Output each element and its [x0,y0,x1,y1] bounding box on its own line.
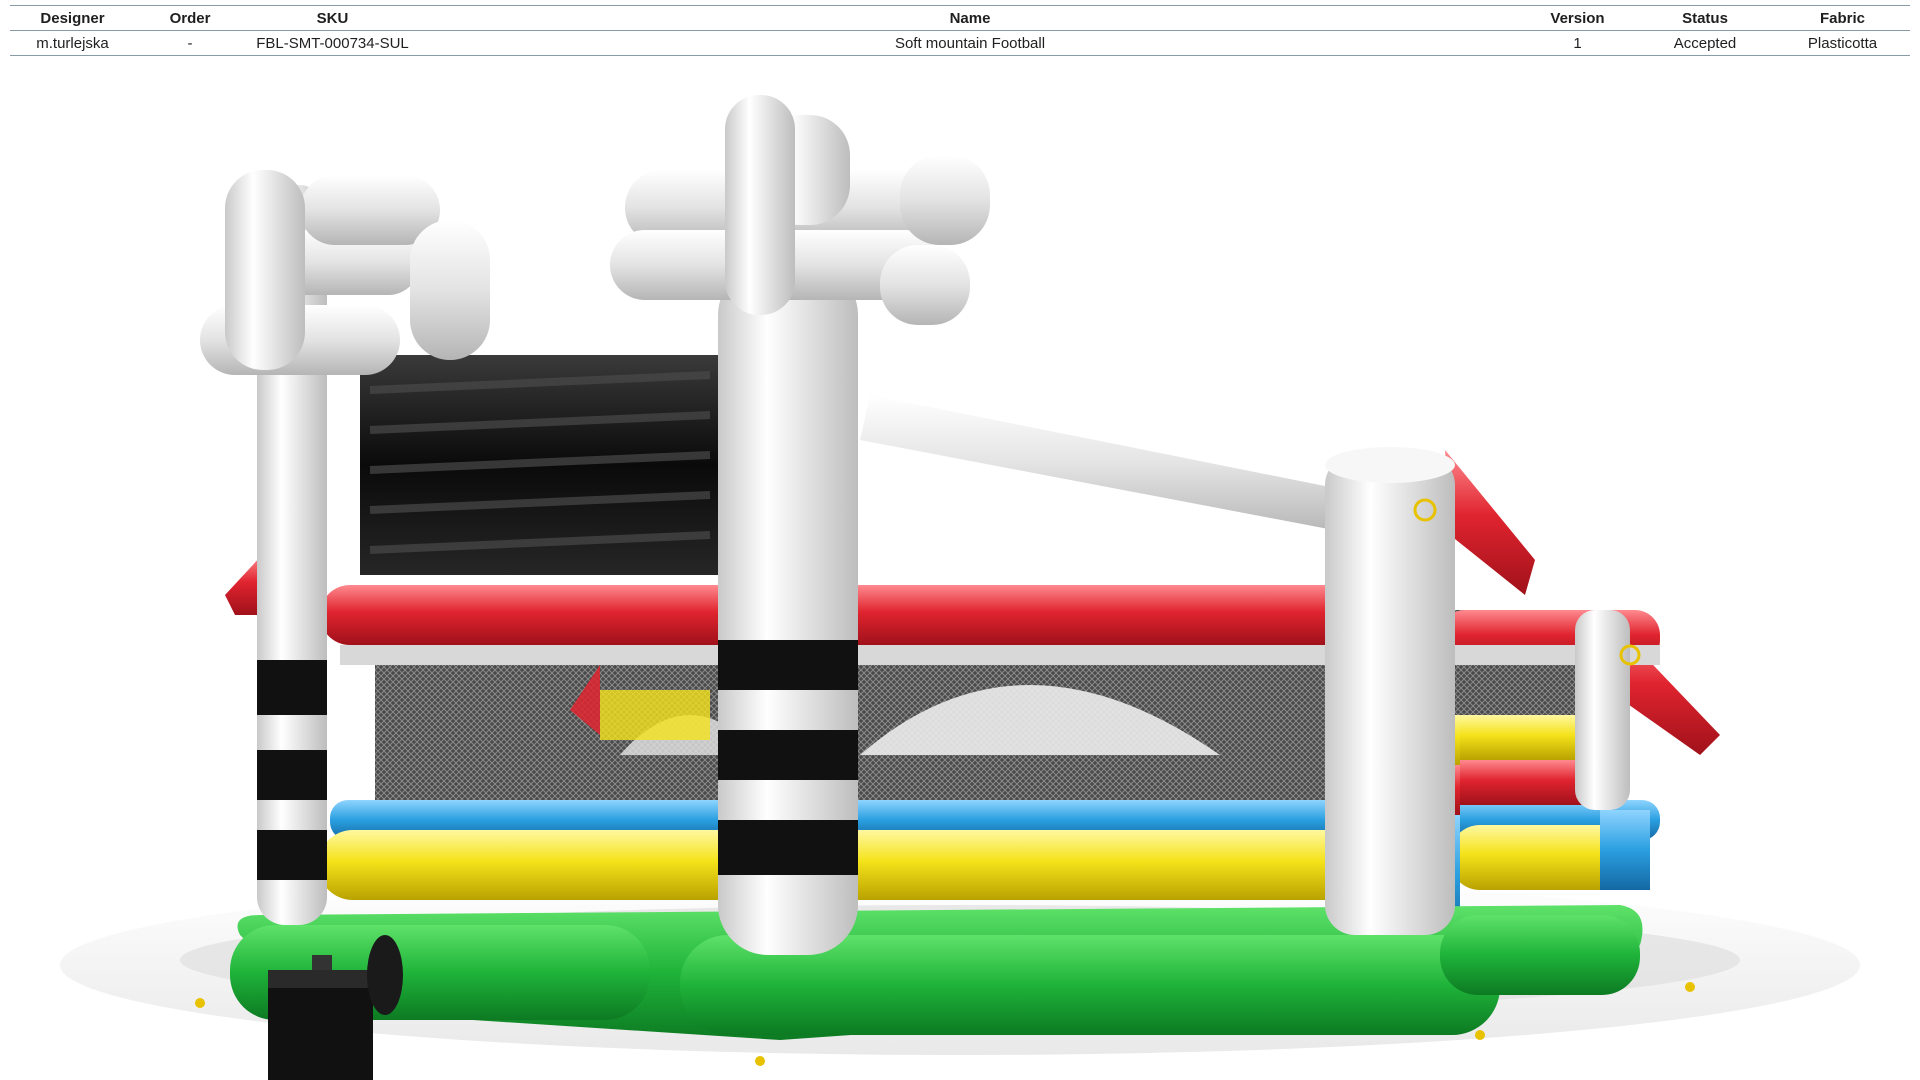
product-render [0,55,1920,1080]
cell-sku: FBL-SMT-000734-SUL [245,30,420,56]
spec-table: Designer Order SKU Name Version Status F… [10,5,1910,56]
cell-designer: m.turlejska [10,30,135,56]
header-status: Status [1635,5,1775,31]
table-header-row: Designer Order SKU Name Version Status F… [10,5,1910,31]
red-roof-wing [1445,450,1535,595]
right-pole [1325,455,1455,935]
cell-version: 1 [1520,30,1635,56]
cell-name: Soft mountain Football [420,30,1520,56]
header-fabric: Fabric [1775,5,1910,31]
diagonal-tube [860,395,1370,535]
header-name: Name [420,5,1520,31]
header-designer: Designer [10,5,135,31]
cell-order: - [135,30,245,56]
header-sku: SKU [245,5,420,31]
cell-status: Accepted [1635,30,1775,56]
header-order: Order [135,5,245,31]
inflatable-football-arena-render [60,95,1860,1080]
table-row: m.turlejska - FBL-SMT-000734-SUL Soft mo… [10,30,1910,56]
header-version: Version [1520,5,1635,31]
spec-sheet-page: Designer Order SKU Name Version Status F… [0,0,1920,1080]
anchor-point [195,998,205,1008]
cell-fabric: Plasticotta [1775,30,1910,56]
